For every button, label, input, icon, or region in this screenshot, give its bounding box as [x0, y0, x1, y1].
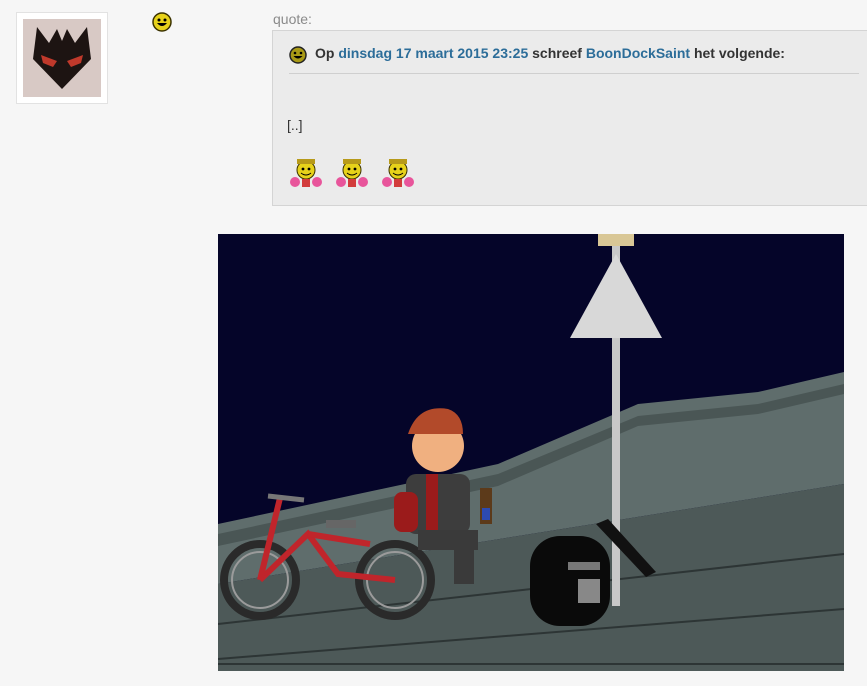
quote-author-link[interactable]: BoonDockSaint	[586, 45, 690, 61]
quote-block: Op dinsdag 17 maart 2015 23:25 schreef B…	[272, 30, 867, 206]
emote-row	[289, 155, 415, 189]
quote-prefix: Op	[315, 45, 335, 61]
smiley-icon	[152, 12, 172, 32]
cheerleader-smiley-icon	[290, 159, 322, 187]
smiley-icon	[289, 46, 307, 64]
bat-mask-avatar-icon	[23, 19, 101, 97]
comic-image[interactable]	[218, 234, 844, 671]
quote-middle: schreef	[532, 45, 582, 61]
cheerleader-smiley-icon	[382, 159, 414, 187]
quote-header: Op dinsdag 17 maart 2015 23:25 schreef B…	[289, 45, 859, 74]
quote-suffix: het volgende:	[693, 45, 785, 61]
user-avatar[interactable]	[16, 12, 108, 104]
quote-date-link[interactable]: dinsdag 17 maart 2015 23:25	[338, 45, 528, 61]
quote-body: [..]	[287, 117, 303, 133]
cheerleader-smiley-icon	[336, 159, 368, 187]
quote-label: quote:	[273, 11, 312, 27]
